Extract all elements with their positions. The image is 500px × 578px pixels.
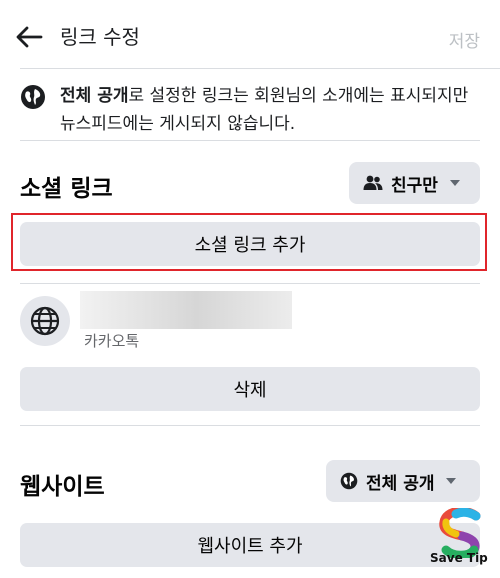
website-privacy-label: 전체 공개 [366,473,435,494]
page-title: 링크 수정 [60,25,140,49]
add-social-link-button[interactable]: 소셜 링크 추가 [20,222,480,266]
globe-icon [340,472,358,490]
social-privacy-dropdown[interactable]: 친구만 [349,162,480,204]
website-privacy-dropdown[interactable]: 전체 공개 [326,460,480,502]
caret-down-icon [449,180,460,186]
delete-link-button[interactable]: 삭제 [20,367,480,411]
header: 링크 수정 저장 [0,0,500,70]
back-button[interactable] [12,20,46,54]
website-title: 웹사이트 [20,474,105,500]
globe-icon [20,84,46,110]
friends-icon [363,175,383,190]
add-website-button[interactable]: 웹사이트 추가 [20,523,480,567]
link-type-label: 카카오톡 [84,332,140,350]
link-avatar [20,296,70,346]
notice-divider [20,140,480,141]
caret-down-icon [446,478,457,484]
social-divider [20,283,480,284]
delete-divider [20,425,480,426]
save-button[interactable]: 저장 [449,27,480,52]
header-divider [20,68,500,69]
watermark-text: Save Tip [430,551,488,565]
social-links-title: 소셜 링크 [20,176,113,202]
back-arrow-icon [16,26,43,48]
blurred-link-url[interactable] [80,291,292,329]
notice-audience: 전체 공개 [60,86,129,106]
social-privacy-label: 친구만 [391,175,438,196]
privacy-notice: 전체 공개로 설정한 링크는 회원님의 소개에는 표시되지만 뉴스피드에는 게시… [60,82,480,138]
globe-icon [30,306,60,336]
